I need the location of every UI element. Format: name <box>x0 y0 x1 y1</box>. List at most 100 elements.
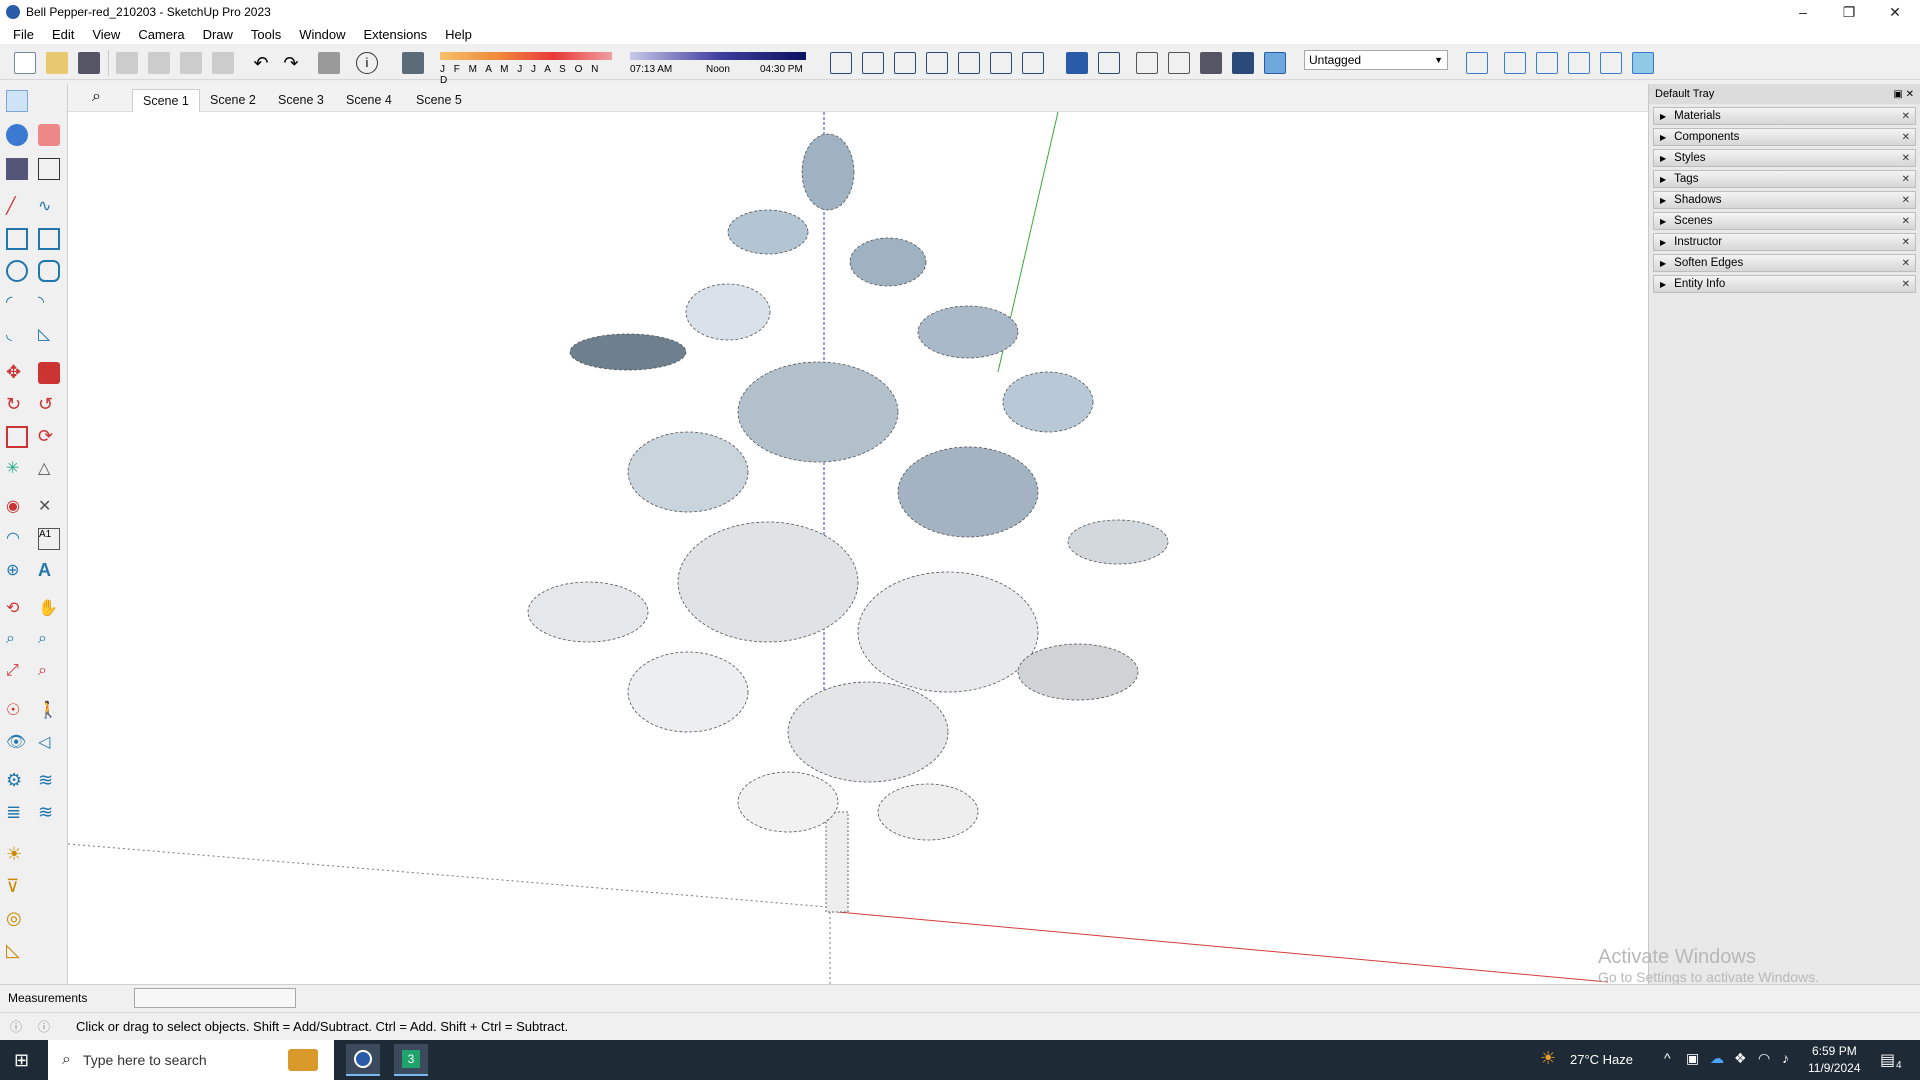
smoove-icon[interactable]: ⊽ <box>6 876 28 898</box>
print-icon[interactable] <box>318 52 340 74</box>
drape-icon[interactable]: ◺ <box>6 940 28 962</box>
trim-icon[interactable] <box>1632 52 1654 74</box>
follow-me-icon[interactable]: ↺ <box>38 394 60 416</box>
front-view-icon[interactable] <box>894 52 916 74</box>
close-icon[interactable]: ✕ <box>1902 111 1910 122</box>
close-icon[interactable]: ✕ <box>1902 279 1910 290</box>
move-icon[interactable]: ✥ <box>6 362 28 384</box>
sandbox-icon[interactable]: ☀ <box>6 844 28 866</box>
mirror-icon[interactable]: △ <box>38 458 60 480</box>
text-tool-icon[interactable]: A1 <box>38 528 60 550</box>
right-view-icon[interactable] <box>926 52 948 74</box>
close-icon[interactable]: ✕ <box>1902 195 1910 206</box>
close-icon[interactable]: ✕ <box>1902 132 1910 143</box>
tray-item-tags[interactable]: ▶ Tags ✕ <box>1653 170 1916 188</box>
copy-icon[interactable] <box>148 52 170 74</box>
tray-item-styles[interactable]: ▶ Styles ✕ <box>1653 149 1916 167</box>
model-info-icon[interactable]: i <box>356 52 378 74</box>
rectangle-icon[interactable] <box>6 228 28 250</box>
tab-scene-1[interactable]: Scene 1 <box>132 89 200 112</box>
tray-item-scenes[interactable]: ▶ Scenes ✕ <box>1653 212 1916 230</box>
back-view-icon[interactable] <box>958 52 980 74</box>
lasso-select-icon[interactable] <box>38 90 60 112</box>
shadow-month-slider[interactable] <box>440 52 612 60</box>
walk-icon[interactable]: 🚶 <box>38 700 60 722</box>
close-button[interactable]: ✕ <box>1872 0 1918 24</box>
new-file-icon[interactable] <box>14 52 36 74</box>
close-icon[interactable]: ✕ <box>1902 153 1910 164</box>
search-icon[interactable]: ⌕ <box>92 88 101 106</box>
offset-icon[interactable]: ⟳ <box>38 426 60 448</box>
credits-icon[interactable]: ⓘ <box>38 1018 50 1035</box>
tray-item-instructor[interactable]: ▶ Instructor ✕ <box>1653 233 1916 251</box>
xray-icon[interactable] <box>1066 52 1088 74</box>
wireframe-icon[interactable] <box>1136 52 1158 74</box>
layers-icon[interactable]: ≣ <box>6 802 28 824</box>
tab-scene-3[interactable]: Scene 3 <box>268 89 334 112</box>
weather-text[interactable]: 27°C Haze <box>1570 1052 1633 1067</box>
arc-icon[interactable]: ◜ <box>6 292 28 314</box>
freehand-icon[interactable]: ∿ <box>38 196 60 218</box>
maximize-button[interactable]: ❐ <box>1826 0 1872 24</box>
shaded-icon[interactable] <box>1200 52 1222 74</box>
eraser-icon[interactable] <box>38 124 60 146</box>
select-tool-icon[interactable] <box>6 90 28 112</box>
measurements-input[interactable] <box>134 988 296 1008</box>
left-view-icon[interactable] <box>990 52 1012 74</box>
previous-view-icon[interactable]: ⌕ <box>38 662 60 684</box>
zoom-window-icon[interactable]: ⌕ <box>38 630 60 652</box>
tray-item-soften-edges[interactable]: ▶ Soften Edges ✕ <box>1653 254 1916 272</box>
tab-scene-2[interactable]: Scene 2 <box>200 89 266 112</box>
scale-icon[interactable] <box>6 426 28 448</box>
cut-icon[interactable] <box>116 52 138 74</box>
3d-text-icon[interactable]: A <box>38 560 60 582</box>
menu-tools[interactable]: Tools <box>242 27 290 42</box>
paint-bucket-icon[interactable] <box>6 124 28 146</box>
close-icon[interactable]: ✕ <box>1902 174 1910 185</box>
extension-manager-icon[interactable]: ≋ <box>38 802 60 824</box>
menu-camera[interactable]: Camera <box>129 27 193 42</box>
minimize-button[interactable]: – <box>1780 0 1826 24</box>
push-pull-icon[interactable] <box>38 362 60 384</box>
menu-file[interactable]: File <box>4 27 43 42</box>
stamp-icon[interactable]: ◎ <box>6 908 28 930</box>
top-view-icon[interactable] <box>862 52 884 74</box>
clock-date[interactable]: 11/9/2024 <box>1808 1061 1861 1075</box>
close-icon[interactable]: ✕ <box>1902 237 1910 248</box>
notification-icon[interactable]: ▤ <box>1880 1050 1895 1070</box>
menu-view[interactable]: View <box>83 27 129 42</box>
3d-viewport[interactable]: ⌕ Scene 1 Scene 2 Scene 3 Scene 4 Scene … <box>68 84 1648 984</box>
clock-time[interactable]: 6:59 PM <box>1812 1044 1857 1058</box>
rotated-rectangle-icon[interactable] <box>38 228 60 250</box>
chevron-up-icon[interactable]: ^ <box>1664 1050 1671 1066</box>
bottom-view-icon[interactable] <box>1022 52 1044 74</box>
pencil-icon[interactable]: ╱ <box>6 196 28 218</box>
tab-scene-5[interactable]: Scene 5 <box>406 89 472 112</box>
tag-tool-icon[interactable] <box>6 158 28 180</box>
union-icon[interactable] <box>1536 52 1558 74</box>
two-point-arc-icon[interactable]: ◝ <box>38 292 60 314</box>
section-icon[interactable]: ◁ <box>38 732 60 754</box>
tape-measure-icon[interactable]: ◉ <box>6 496 28 518</box>
weather-icon[interactable]: ☀ <box>1540 1048 1556 1069</box>
tray-item-components[interactable]: ▶ Components ✕ <box>1653 128 1916 146</box>
close-icon[interactable]: ✕ <box>1902 216 1910 227</box>
taskbar-app-2[interactable]: 3 <box>394 1044 428 1076</box>
tray-item-shadows[interactable]: ▶ Shadows ✕ <box>1653 191 1916 209</box>
onedrive-icon[interactable]: ☁ <box>1710 1050 1724 1067</box>
taskbar-sketchup-app[interactable] <box>346 1044 380 1076</box>
geo-location-icon[interactable]: ⓘ <box>10 1018 22 1035</box>
outliner-icon[interactable] <box>1504 52 1526 74</box>
paste-icon[interactable] <box>180 52 202 74</box>
back-edges-icon[interactable] <box>1098 52 1120 74</box>
pan-icon[interactable]: ✋ <box>38 598 60 620</box>
tray-app-icon[interactable]: ▣ <box>1686 1050 1699 1067</box>
erase-icon[interactable] <box>212 52 234 74</box>
save-icon[interactable] <box>78 52 100 74</box>
position-camera-icon[interactable]: ☉ <box>6 700 28 722</box>
menu-edit[interactable]: Edit <box>43 27 83 42</box>
close-icon[interactable]: ✕ <box>1902 258 1910 269</box>
shaded-textures-icon[interactable] <box>1232 52 1254 74</box>
flip-icon[interactable]: ✳ <box>6 458 28 480</box>
extension-icon[interactable]: ≋ <box>38 770 60 792</box>
